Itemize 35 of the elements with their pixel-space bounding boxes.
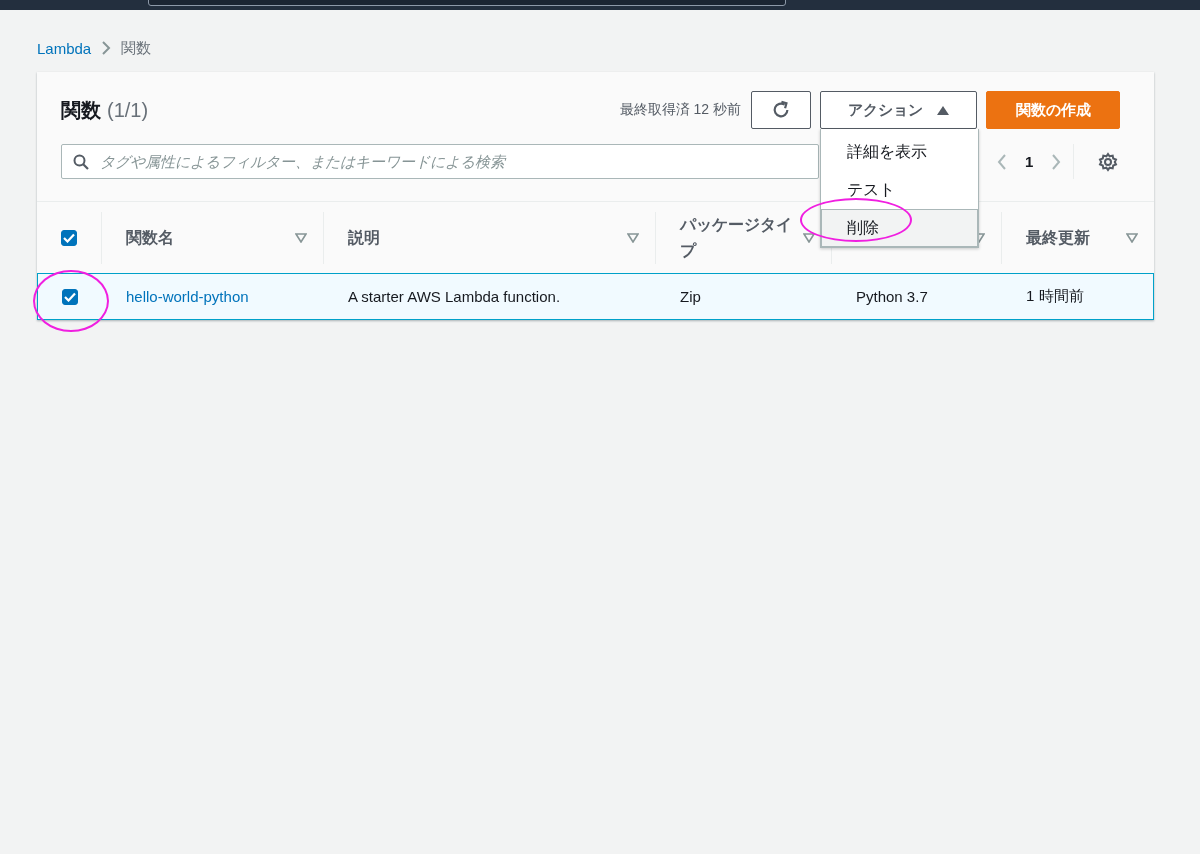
menu-item[interactable]: 詳細を表示	[821, 133, 978, 171]
column-header[interactable]: 最終更新	[1026, 225, 1126, 251]
table-cell: 1 時間前	[1026, 287, 1084, 306]
refresh-button[interactable]	[751, 91, 811, 129]
panel-title: 関数	[61, 97, 101, 123]
chevron-right-icon	[101, 41, 112, 55]
previous-page-icon[interactable]	[997, 153, 1007, 170]
caret-up-icon	[937, 105, 949, 115]
column-header[interactable]: パッケージタイプ	[680, 212, 803, 264]
last-fetched-text: 最終取得済 12 秒前	[619, 101, 741, 119]
sort-icon[interactable]	[295, 233, 307, 243]
table-cell: Zip	[680, 288, 701, 305]
table-row[interactable]: hello-world-python A starter AWS Lambda function. Zip Python 3.7 1 時間前	[37, 273, 1154, 320]
next-page-icon[interactable]	[1051, 153, 1062, 170]
refresh-icon	[771, 100, 791, 120]
checkbox[interactable]	[62, 288, 78, 305]
menu-item[interactable]: テスト	[821, 171, 978, 209]
item-count: (1/1)	[107, 98, 149, 122]
menu-item[interactable]: 削除	[821, 209, 978, 247]
sort-icon[interactable]	[803, 233, 815, 243]
page-number[interactable]: 1	[1025, 153, 1034, 170]
breadcrumb-current: 関数	[121, 38, 152, 58]
settings-icon[interactable]	[1098, 151, 1119, 172]
table-cell: A starter AWS Lambda function.	[348, 288, 561, 305]
column-header[interactable]: 説明	[348, 225, 627, 251]
sort-icon[interactable]	[1126, 233, 1138, 243]
breadcrumb-link[interactable]: Lambda	[37, 39, 92, 57]
search-field[interactable]: タグや属性によるフィルター、またはキーワードによる検索	[61, 144, 819, 179]
function-name-link[interactable]: hello-world-python	[126, 288, 249, 305]
search-icon	[73, 154, 89, 170]
sort-icon[interactable]	[627, 233, 639, 243]
actions-button[interactable]: アクション	[820, 91, 977, 129]
checkbox[interactable]	[61, 230, 77, 246]
column-header[interactable]: 関数名	[126, 225, 295, 251]
table-cell: Python 3.7	[856, 288, 928, 305]
